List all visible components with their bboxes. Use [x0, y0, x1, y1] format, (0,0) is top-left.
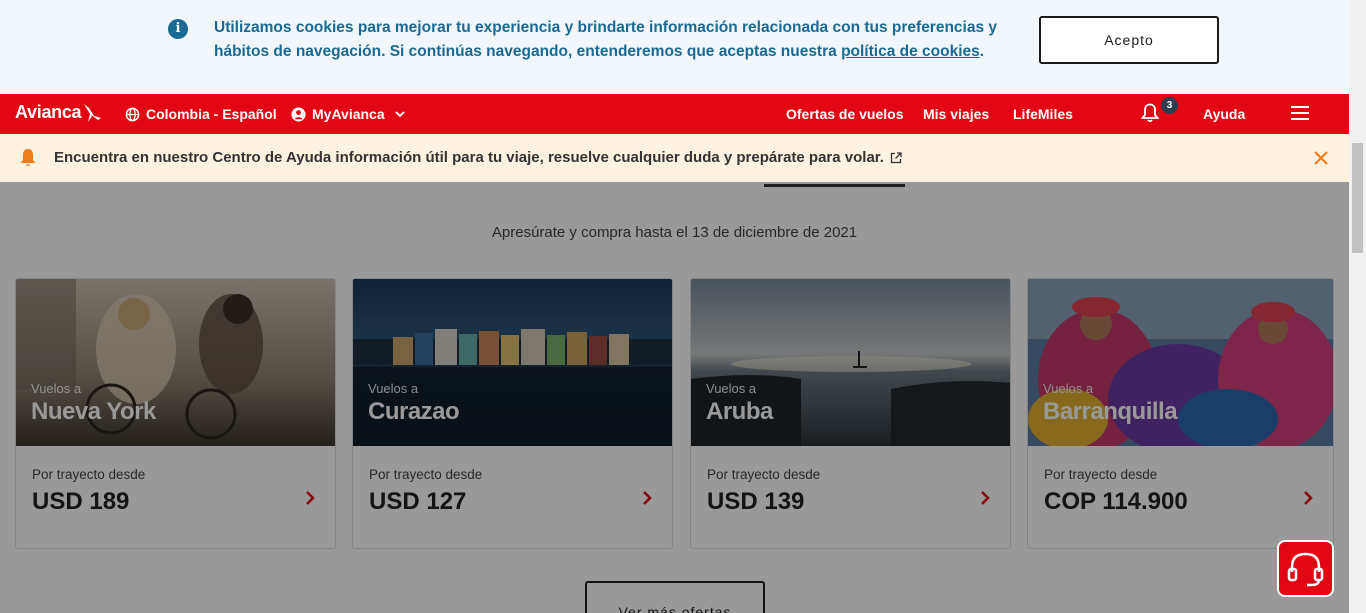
external-link-icon [890, 151, 902, 163]
nav-link-my-trips[interactable]: Mis viajes [923, 106, 989, 122]
close-icon[interactable] [1312, 149, 1330, 167]
alert-bell-icon [20, 149, 36, 166]
offer-from-label: Por trayecto desde [369, 467, 483, 482]
nav-link-offers[interactable]: Ofertas de vuelos [786, 106, 904, 122]
notification-bell-icon[interactable] [1141, 103, 1159, 123]
bird-logo-icon [84, 104, 101, 122]
offers-section: Apresúrate y compra hasta el 13 de dicie… [0, 182, 1349, 613]
offer-image-barranquilla: Vuelos a Barranquilla [1028, 279, 1333, 446]
chevron-right-icon [1304, 491, 1313, 505]
offer-card-aruba[interactable]: Vuelos a Aruba Por trayecto desde USD 13… [690, 278, 1011, 549]
offer-from-label: Por trayecto desde [707, 467, 821, 482]
offer-from-label: Por trayecto desde [1044, 467, 1158, 482]
offer-city: Curazao [368, 398, 460, 425]
chevron-right-icon [981, 491, 990, 505]
nav-link-lifemiles[interactable]: LifeMiles [1013, 106, 1073, 122]
region-label: Colombia - Español [146, 106, 277, 122]
more-offers-button[interactable]: Ver más ofertas [585, 581, 765, 613]
main-nav: Avianca Colombia - Español MyAvianca Ofe… [0, 94, 1349, 134]
offer-from-label: Por trayecto desde [32, 467, 146, 482]
offer-card-curazao[interactable]: Vuelos a Curazao Por trayecto desde USD … [352, 278, 673, 549]
offer-subtitle: Vuelos a [31, 381, 82, 396]
offer-city: Barranquilla [1043, 398, 1178, 425]
chevron-down-icon [394, 111, 405, 118]
user-icon [291, 106, 306, 122]
offer-subtitle: Vuelos a [1043, 381, 1094, 396]
avianca-logo[interactable]: Avianca [15, 102, 82, 123]
accept-cookies-button[interactable]: Acepto [1039, 16, 1219, 64]
offer-subtitle: Vuelos a [706, 381, 757, 396]
offer-card-barranquilla[interactable]: Vuelos a Barranquilla Por trayecto desde… [1027, 278, 1334, 549]
headset-icon [1287, 552, 1324, 587]
help-center-notice: Encuentra en nuestro Centro de Ayuda inf… [0, 134, 1349, 182]
chevron-right-icon [306, 491, 315, 505]
active-tab-indicator [764, 184, 905, 187]
offer-city: Nueva York [31, 398, 156, 425]
notice-text: Encuentra en nuestro Centro de Ayuda inf… [54, 149, 884, 166]
offer-card-nueva-york[interactable]: Vuelos a Nueva York Por trayecto desde U… [15, 278, 336, 549]
offer-price: USD 139 [707, 488, 805, 515]
support-chat-button[interactable] [1277, 540, 1334, 597]
page-scrollbar[interactable] [1349, 0, 1366, 613]
notification-count-badge: 3 [1161, 97, 1178, 114]
myavianca-menu[interactable]: MyAvianca [291, 106, 405, 122]
offer-price: USD 127 [369, 488, 467, 515]
scrollbar-thumb[interactable] [1352, 143, 1363, 253]
offer-price: COP 114.900 [1044, 488, 1188, 515]
offer-price: USD 189 [32, 488, 130, 515]
offers-deadline: Apresúrate y compra hasta el 13 de dicie… [491, 224, 858, 241]
nav-link-help[interactable]: Ayuda [1203, 106, 1245, 122]
cookie-policy-link[interactable]: política de cookies [841, 43, 980, 60]
cookie-message: Utilizamos cookies para mejorar tu exper… [214, 16, 1004, 64]
region-selector[interactable]: Colombia - Español [125, 106, 277, 122]
offer-image-aruba: Vuelos a Aruba [691, 279, 1010, 446]
cookie-banner: i Utilizamos cookies para mejorar tu exp… [0, 0, 1349, 94]
globe-icon [125, 107, 140, 121]
offer-image-nueva-york: Vuelos a Nueva York [16, 279, 335, 446]
offer-subtitle: Vuelos a [368, 381, 419, 396]
cookie-message-end: . [979, 43, 985, 60]
notice-message[interactable]: Encuentra en nuestro Centro de Ayuda inf… [54, 149, 902, 166]
offer-image-curazao: Vuelos a Curazao [353, 279, 672, 446]
menu-icon[interactable] [1291, 106, 1309, 120]
chevron-right-icon [643, 491, 652, 505]
offer-city: Aruba [706, 398, 773, 425]
info-icon: i [168, 19, 188, 39]
myavianca-label: MyAvianca [312, 106, 385, 122]
